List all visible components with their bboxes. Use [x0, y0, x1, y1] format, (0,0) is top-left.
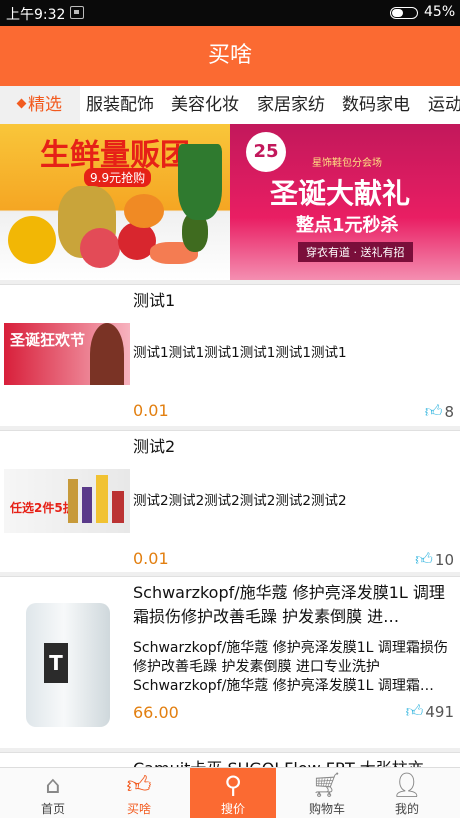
tab-sports[interactable]: 运动 [428, 86, 460, 124]
thumbs-up-icon: 👍︎ [415, 550, 433, 570]
banner-christmas[interactable]: 25 星饰鞋包分会场 圣诞大献礼 整点1元秒杀 穿衣有道 · 送礼有招 [230, 124, 460, 280]
product-card[interactable]: T Schwarzkopf/施华蔻 修护亮泽发膜1L 调理霜损伤修护改善毛躁 护… [0, 576, 460, 748]
bottle-image [68, 479, 78, 523]
jar-image [26, 603, 110, 727]
tab-beauty[interactable]: 美容化妆 [171, 86, 239, 124]
nav-cart-label: 购物车 [308, 802, 345, 816]
nav-home[interactable]: ⌂ 首页 [10, 768, 96, 818]
product-image-caption: 任选2件5折 [10, 501, 75, 515]
thumbs-up-icon: 👍︎ [424, 402, 443, 422]
product-title: Schwarzkopf/施华蔻 修护亮泽发膜1L 调理霜损伤修护改善毛躁 护发素… [133, 583, 445, 626]
fruit-image [124, 194, 164, 228]
sim-icon [70, 6, 84, 19]
category-tabs: 精选 服装配饰 美容化妆 家居家纺 数码家电 运动 [0, 86, 460, 124]
status-bar: 上午9:32 45% [0, 0, 460, 26]
product-card[interactable]: 圣诞狂欢节 测试1 测试1测试1测试1测试1测试1测试1 0.01 👍︎ 8 [0, 284, 460, 426]
home-icon: ⌂ [45, 771, 61, 799]
battery-percent: 45% [424, 4, 456, 20]
product-image-caption: T [44, 643, 68, 683]
nav-profile-label: 我的 [394, 802, 419, 816]
product-image: 任选2件5折 [4, 469, 130, 533]
tab-featured[interactable]: 精选 [0, 86, 80, 124]
thumbs-up-icon: 👍︎ [126, 771, 152, 799]
like-button[interactable]: 👍︎ 8 [425, 401, 454, 422]
product-card[interactable]: 任选2件5折 测试2 测试2测试2测试2测试2测试2测试2 0.01 👍︎ 10 [0, 430, 460, 572]
product-image: 圣诞狂欢节 [4, 323, 130, 385]
bottle-image [112, 491, 124, 523]
tab-apparel[interactable]: 服装配饰 [86, 86, 154, 124]
product-title: 测试1 [133, 291, 176, 310]
tab-home[interactable]: 家居家纺 [257, 86, 325, 124]
product-image: T [4, 587, 130, 737]
nav-search-price-label: 搜价 [220, 802, 245, 816]
product-title: 测试2 [133, 437, 176, 456]
banner-tagline: 穿衣有道 · 送礼有招 [298, 242, 413, 262]
product-description: Schwarzkopf/施华蔻 修护亮泽发膜1L 调理霜损伤修护改善毛躁 护发素… [133, 640, 448, 694]
status-time: 上午9:32 [6, 7, 66, 23]
app-title: 买啥 [0, 26, 460, 86]
like-count: 491 [425, 703, 454, 721]
nav-profile[interactable]: 👤︎ 我的 [364, 768, 450, 818]
model-figure [90, 323, 124, 385]
battery-icon [390, 7, 418, 19]
bottle-image [82, 487, 92, 523]
like-count: 10 [434, 551, 454, 569]
product-image-caption: 圣诞狂欢节 [10, 331, 86, 349]
thumbs-up-icon: 👍︎ [405, 702, 424, 722]
banner-fresh-food[interactable]: 生鲜量贩团 9.9元抢购 [0, 124, 230, 280]
bottom-nav: ⌂ 首页 👍︎ 买啥 ⚲ 搜价 🛒︎ 购物车 👤︎ 我的 [0, 767, 460, 818]
banner-subtitle: 整点1元秒杀 [296, 215, 399, 236]
search-icon: ⚲ [224, 771, 242, 799]
nav-maisha[interactable]: 👍︎ 买啥 [96, 768, 182, 818]
nav-home-label: 首页 [40, 802, 65, 816]
like-count: 8 [444, 403, 454, 421]
user-icon: 👤︎ [391, 771, 423, 799]
product-price: 66.00 [133, 703, 179, 722]
banner-logo: 25 [246, 132, 286, 172]
banner-small-caption: 星饰鞋包分会场 [312, 158, 382, 169]
tab-electronics[interactable]: 数码家电 [342, 86, 410, 124]
product-price: 0.01 [133, 549, 169, 568]
nav-search-price[interactable]: ⚲ 搜价 [190, 768, 276, 818]
nav-cart[interactable]: 🛒︎ 购物车 [284, 768, 370, 818]
nav-maisha-label: 买啥 [126, 802, 151, 816]
fruit-image [80, 228, 120, 268]
diamond-icon [16, 98, 27, 109]
tab-featured-label: 精选 [28, 95, 62, 115]
cart-icon: 🛒︎ [311, 771, 343, 799]
bottle-image [96, 475, 108, 523]
product-price: 0.01 [133, 401, 169, 420]
banner-headline: 圣诞大献礼 [270, 177, 411, 210]
tree-image [178, 144, 222, 220]
banner-subtitle: 9.9元抢购 [84, 168, 152, 187]
product-description: 测试1测试1测试1测试1测试1测试1 [133, 345, 347, 361]
like-button[interactable]: 👍︎ 491 [406, 701, 454, 722]
product-description: 测试2测试2测试2测试2测试2测试2 [133, 493, 347, 509]
like-button[interactable]: 👍︎ 10 [415, 549, 454, 570]
fruit-image [8, 216, 56, 264]
